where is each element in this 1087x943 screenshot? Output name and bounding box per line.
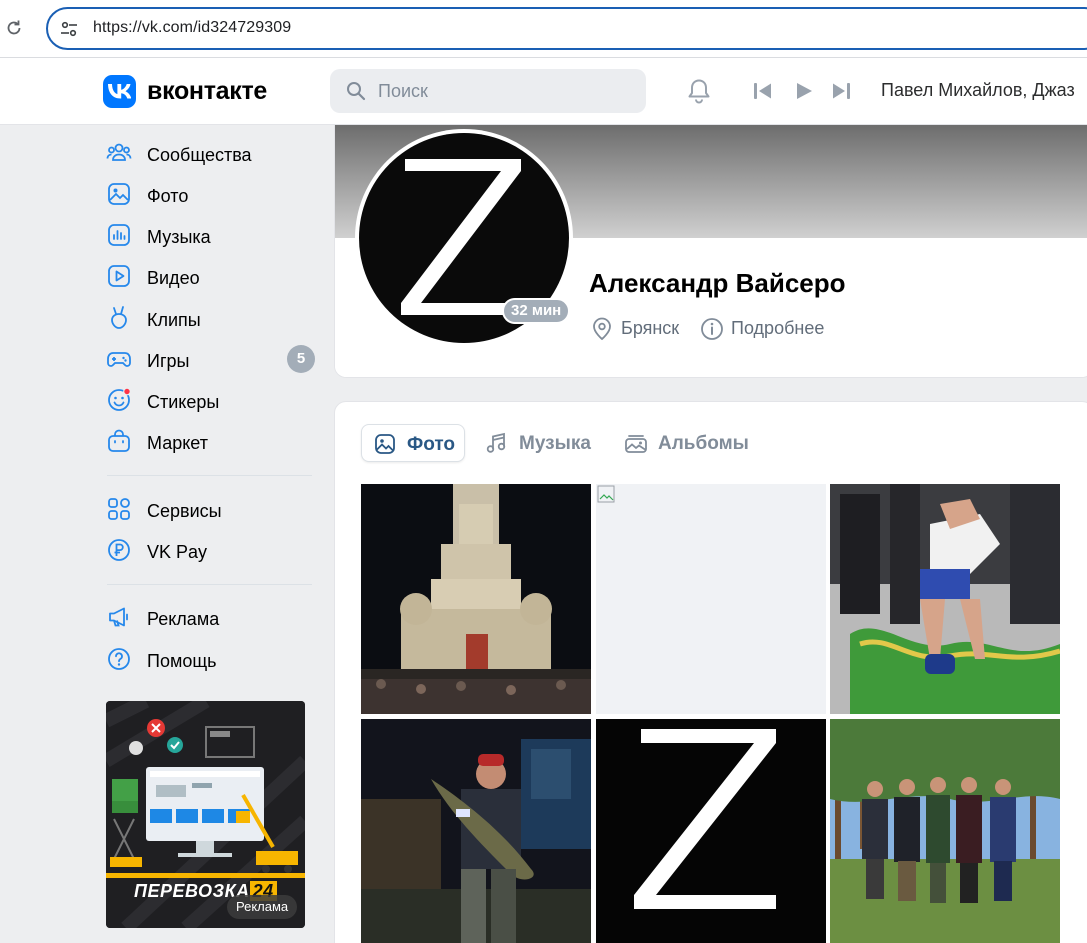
- photo-thumbnail-fighter[interactable]: [830, 484, 1060, 714]
- sidebar-item-label: Игры: [147, 351, 190, 371]
- ad-banner[interactable]: ПЕРЕВОЗКА 24 Реклама: [106, 701, 305, 928]
- albums-icon: [625, 435, 647, 453]
- info-icon[interactable]: [700, 317, 724, 341]
- browser-address-bar: https://vk.com/id324729309: [0, 0, 1087, 58]
- sidebar-item-label: Стикеры: [147, 392, 220, 412]
- next-track-icon[interactable]: [831, 82, 851, 100]
- profile-name: Александр Вайсеро: [589, 268, 846, 298]
- tab-photos[interactable]: Фото: [361, 424, 465, 462]
- sidebar-item-help[interactable]: Помощь: [100, 641, 320, 677]
- location-pin-icon: [593, 317, 611, 341]
- now-playing-track[interactable]: Павел Михайлов, Джаз: [881, 80, 1075, 101]
- z-symbol-icon: [596, 719, 826, 943]
- ad-label: Реклама: [227, 895, 298, 919]
- photo-thumbnail-broken[interactable]: [596, 484, 826, 714]
- sidebar-item-photo[interactable]: Фото: [100, 176, 320, 212]
- tab-label: Музыка: [519, 433, 591, 454]
- communities-icon: [106, 143, 132, 161]
- photo-image: [361, 719, 591, 943]
- url-field[interactable]: https://vk.com/id324729309: [46, 7, 1087, 50]
- help-icon: [108, 648, 130, 670]
- sidebar-item-vkpay[interactable]: VK Pay: [100, 532, 320, 568]
- photo-icon: [108, 183, 130, 205]
- sidebar-item-services[interactable]: Сервисы: [100, 491, 320, 527]
- photo-image: [830, 719, 1060, 943]
- vk-logo-icon[interactable]: [103, 75, 136, 108]
- broken-image-icon: [597, 485, 615, 503]
- photo-thumbnail-church[interactable]: [361, 484, 591, 714]
- online-status-badge: 32 мин: [502, 298, 571, 324]
- tab-label: Альбомы: [658, 433, 749, 454]
- sidebar-item-music[interactable]: Музыка: [100, 217, 320, 253]
- services-icon: [108, 498, 130, 520]
- play-icon[interactable]: [795, 82, 813, 100]
- sidebar-item-label: Реклама: [147, 609, 220, 629]
- sidebar-item-label: Музыка: [147, 227, 211, 247]
- clips-icon: [111, 306, 127, 329]
- sidebar-divider: [107, 475, 312, 476]
- search-icon: [347, 82, 366, 101]
- search-input[interactable]: [378, 69, 638, 113]
- sidebar-item-label: Помощь: [147, 651, 217, 671]
- sidebar-item-stickers[interactable]: Стикеры: [100, 382, 320, 418]
- sidebar-item-label: Видео: [147, 268, 200, 288]
- sidebar-item-ads[interactable]: Реклама: [100, 599, 320, 635]
- reload-icon[interactable]: [4, 18, 24, 38]
- profile-city[interactable]: Брянск: [621, 318, 679, 339]
- photo-icon: [375, 434, 395, 454]
- stickers-icon: [108, 387, 131, 411]
- url-text[interactable]: https://vk.com/id324729309: [93, 19, 291, 37]
- sidebar-item-label: Сообщества: [147, 145, 252, 165]
- photo-thumbnail-fish[interactable]: [361, 719, 591, 943]
- sidebar-divider: [107, 584, 312, 585]
- music-note-icon: [486, 432, 506, 453]
- games-counter-badge: 5: [287, 345, 315, 373]
- vkpay-icon: [108, 539, 130, 561]
- photo-thumbnail-group[interactable]: [830, 719, 1060, 943]
- vk-brand-text[interactable]: вконтакте: [147, 77, 267, 106]
- sidebar-item-games[interactable]: Игры 5: [100, 341, 320, 377]
- tab-label: Фото: [407, 434, 456, 455]
- previous-track-icon[interactable]: [753, 82, 773, 100]
- search-box[interactable]: [330, 69, 646, 113]
- sidebar-item-clips[interactable]: Клипы: [100, 300, 320, 336]
- sidebar-item-video[interactable]: Видео: [100, 258, 320, 294]
- tab-albums[interactable]: Альбомы: [612, 424, 752, 462]
- notifications-bell-icon[interactable]: [685, 77, 713, 105]
- photo-thumbnail-z-symbol[interactable]: [596, 719, 826, 943]
- sidebar-item-communities[interactable]: Сообщества: [100, 135, 320, 171]
- tab-music[interactable]: Музыка: [473, 424, 603, 462]
- photo-image: [361, 484, 591, 714]
- sidebar-item-market[interactable]: Маркет: [100, 423, 320, 459]
- video-icon: [108, 265, 130, 287]
- sidebar-item-label: Фото: [147, 186, 189, 206]
- vk-header: вконтакте Павел Михайлов, Джаз: [0, 58, 1087, 125]
- sidebar-item-label: Маркет: [147, 433, 208, 453]
- games-icon: [107, 352, 131, 367]
- sidebar-item-label: VK Pay: [147, 542, 208, 562]
- market-icon: [108, 429, 130, 452]
- sidebar-item-label: Сервисы: [147, 501, 222, 521]
- megaphone-icon: [109, 607, 128, 627]
- profile-details-link[interactable]: Подробнее: [731, 318, 824, 339]
- music-icon: [108, 224, 130, 246]
- photo-image: [830, 484, 1060, 714]
- site-settings-icon[interactable]: [60, 20, 78, 38]
- sidebar-item-label: Клипы: [147, 310, 201, 330]
